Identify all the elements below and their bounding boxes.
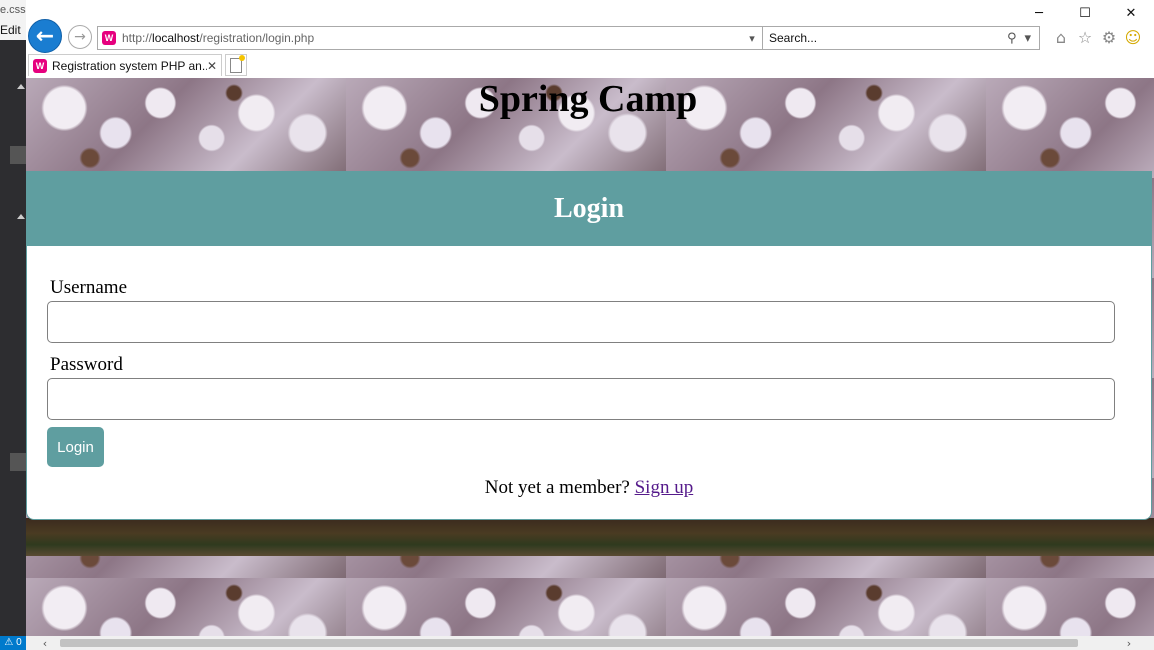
page-viewport: Spring Camp Login Username Password Logi… [26, 78, 1154, 636]
scrollbar-thumb[interactable] [60, 639, 1078, 647]
login-card-header: Login [27, 172, 1151, 246]
editor-menu-edit[interactable]: Edit [0, 20, 26, 40]
forward-arrow-icon: → [74, 29, 86, 45]
search-box[interactable]: ⚲ ▾ [762, 26, 1040, 50]
page-title: Spring Camp [478, 78, 698, 120]
username-label: Username [50, 277, 128, 298]
forward-button[interactable]: → [68, 25, 92, 49]
address-bar[interactable]: W http://localhost/registration/login.ph… [97, 26, 781, 50]
background-editor-strip: e.css Edit ⚠ 0 [0, 0, 26, 650]
url-text[interactable]: http://localhost/registration/login.php [122, 31, 749, 45]
tab-favicon-icon: W [33, 58, 47, 73]
favorites-star-icon[interactable]: ☆ [1076, 28, 1094, 47]
signup-link[interactable]: Sign up [635, 477, 694, 498]
horizontal-scrollbar[interactable]: ‹ › [26, 636, 1154, 650]
login-button[interactable]: Login [47, 427, 104, 467]
tab-close-icon[interactable]: ✕ [207, 59, 217, 73]
signup-prompt-text: Not yet a member? [484, 477, 630, 498]
editor-gutter-band [10, 146, 26, 164]
search-icon[interactable]: ⚲ [1007, 31, 1017, 46]
scroll-right-icon[interactable]: › [1122, 636, 1136, 650]
collapse-icon[interactable] [17, 214, 25, 219]
tab-bar: W Registration system PHP an... ✕ [26, 54, 1154, 78]
editor-status-badge[interactable]: ⚠ 0 [0, 636, 26, 650]
back-arrow-icon: ← [35, 23, 55, 49]
scroll-left-icon[interactable]: ‹ [38, 636, 52, 650]
feedback-smiley-icon[interactable]: ☺ [1124, 28, 1142, 47]
back-button[interactable]: ← [28, 19, 62, 53]
search-dropdown-icon[interactable]: ▾ [1024, 31, 1031, 46]
dropdown-arrow-icon[interactable]: ▾ [749, 32, 755, 45]
site-favicon-icon: W [102, 31, 116, 45]
login-heading: Login [553, 193, 625, 224]
username-field[interactable] [47, 301, 1115, 343]
background-ground-strip [26, 518, 1154, 556]
collapse-icon[interactable] [17, 84, 25, 89]
browser-tab[interactable]: W Registration system PHP an... ✕ [28, 54, 222, 76]
browser-window: ─ ☐ ✕ ← → W http://localhost/registratio… [26, 0, 1154, 650]
login-card: Login Username Password Login Not yet a … [26, 171, 1152, 520]
new-tab-button[interactable] [225, 54, 247, 76]
editor-gutter-band [10, 453, 26, 471]
home-icon[interactable]: ⌂ [1052, 28, 1070, 47]
gear-icon[interactable]: ⚙ [1100, 28, 1118, 47]
browser-toolbar: ⌂ ☆ ⚙ ☺ [1052, 28, 1142, 47]
signup-prompt-line: Not yet a member? Sign up [27, 477, 1151, 499]
password-field[interactable] [47, 378, 1115, 420]
navigation-bar: ← → W http://localhost/registration/logi… [26, 16, 1154, 54]
search-input[interactable] [763, 30, 1007, 46]
tab-title: Registration system PHP an... [52, 58, 207, 73]
password-label: Password [50, 354, 123, 375]
editor-tab[interactable]: e.css [0, 0, 26, 20]
new-tab-icon [230, 54, 245, 73]
